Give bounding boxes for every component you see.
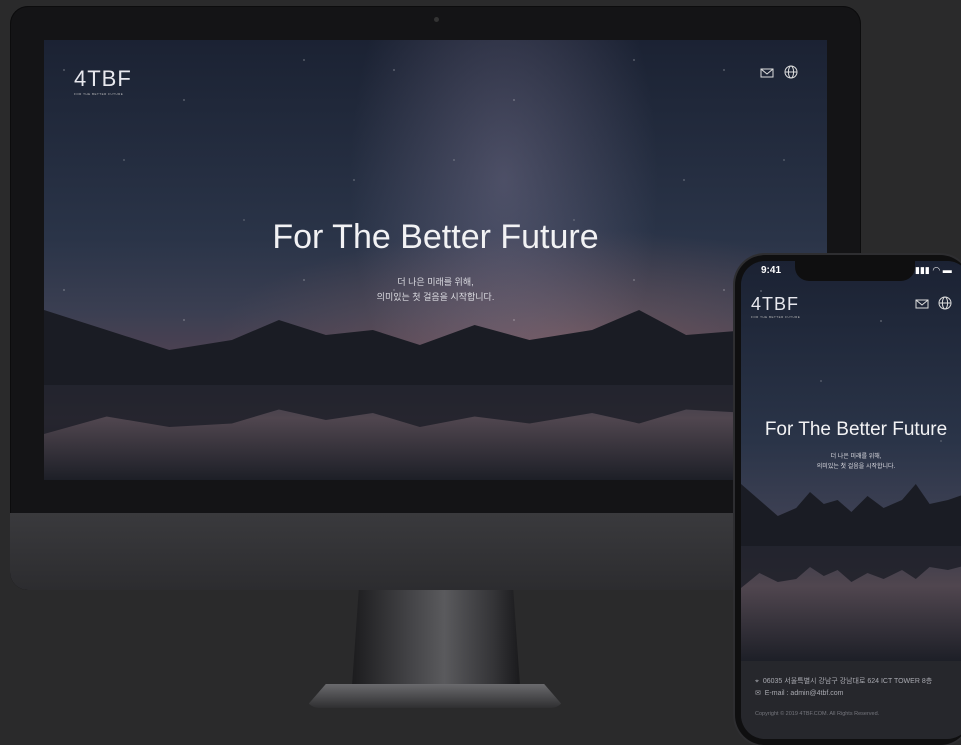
site-logo-subtext: FOR THE BETTER FUTURE [74, 92, 124, 96]
site-logo[interactable]: 4TBF FOR THE BETTER FUTURE [74, 66, 132, 96]
imac-stand-base [305, 684, 565, 708]
footer-address: 06035 서울특별시 강남구 강남대로 624 ICT TOWER 8층 [762, 678, 933, 685]
phone-logo-subtext: FOR THE BETTER FUTURE [751, 315, 801, 319]
desktop-screen: 4TBF FOR THE BETTER FUTURE For The Bette… [44, 40, 827, 480]
globe-icon[interactable] [784, 65, 798, 79]
footer-copyright: Copyright © 2019 4TBF.COM. All Rights Re… [755, 711, 880, 717]
phone-notch [795, 261, 915, 281]
phone-hero-subline-1: 더 나은 미래를 위해, [830, 454, 882, 460]
footer-address-line: ⌖ 06035 서울특별시 강남구 강남대로 624 ICT TOWER 8층 [755, 676, 932, 686]
signal-icon: ▮▮▮ [915, 265, 930, 275]
imac-chin [10, 513, 861, 590]
phone-hero: 4TBF FOR THE BETTER FUTURE For The Bette… [741, 261, 961, 661]
imac-camera [434, 17, 439, 22]
phone-hero-subline-2: 의미있는 첫 걸음을 시작합니다. [816, 464, 896, 470]
hero-headline: For The Better Future [272, 218, 599, 256]
wifi-icon: ◠ [932, 265, 941, 275]
battery-icon: ▬ [942, 265, 952, 275]
phone-site-logo[interactable]: 4TBF FOR THE BETTER FUTURE [751, 294, 800, 319]
hero-subline-1: 더 나은 미래를 위해, [397, 277, 474, 287]
status-time: 9:41 [761, 265, 782, 276]
phone-mail-icon[interactable] [915, 297, 929, 311]
footer-email-line: ✉ E-mail : admin@4tbf.com [755, 689, 843, 697]
phone-hero-headline: For The Better Future [764, 419, 948, 440]
footer-email-link[interactable]: E-mail : admin@4tbf.com [765, 690, 844, 697]
footer-mail-icon: ✉ [755, 690, 761, 697]
mail-icon[interactable] [760, 66, 774, 80]
site-logo-text: 4TBF [74, 66, 132, 91]
phone-logo-text: 4TBF [751, 294, 800, 314]
phone-screen: 4TBF FOR THE BETTER FUTURE For The Bette… [741, 261, 961, 739]
hero-subline-2: 의미있는 첫 걸음을 시작합니다. [376, 292, 495, 302]
status-icons: ▮▮▮ ◠ ▬ [915, 265, 952, 276]
phone-globe-icon[interactable] [938, 296, 952, 310]
imac-stand [352, 590, 520, 686]
phone-footer: ⌖ 06035 서울특별시 강남구 강남대로 624 ICT TOWER 8층 … [741, 661, 961, 739]
location-pin-icon: ⌖ [755, 678, 759, 685]
